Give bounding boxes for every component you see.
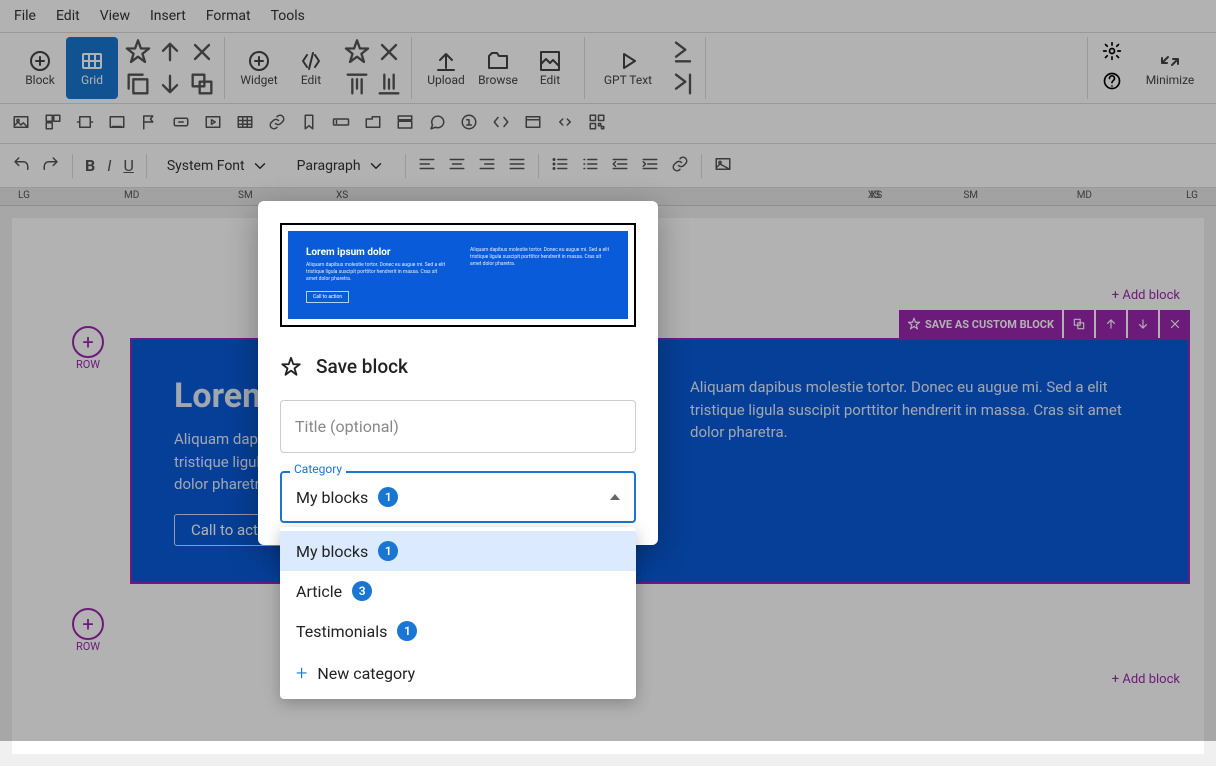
- category-dropdown: My blocks 1 Article 3 Testimonials 1 + N…: [280, 527, 636, 699]
- category-select[interactable]: My blocks 1: [280, 471, 636, 523]
- category-count-badge: 1: [378, 487, 398, 507]
- title-input[interactable]: [280, 400, 636, 453]
- block-preview: Lorem ipsum dolor Aliquam dapibus molest…: [258, 201, 658, 345]
- plus-icon: +: [296, 661, 307, 685]
- chevron-up-icon: [610, 494, 620, 500]
- save-block-modal: Lorem ipsum dolor Aliquam dapibus molest…: [258, 201, 658, 545]
- category-label: Category: [290, 462, 346, 476]
- star-icon: [280, 356, 302, 378]
- category-option-article[interactable]: Article 3: [280, 571, 636, 611]
- modal-title: Save block: [316, 355, 408, 378]
- new-category-button[interactable]: + New category: [280, 651, 636, 695]
- modal-header: Save block: [258, 345, 658, 392]
- category-option-testimonials[interactable]: Testimonials 1: [280, 611, 636, 651]
- category-option-my-blocks[interactable]: My blocks 1: [280, 531, 636, 571]
